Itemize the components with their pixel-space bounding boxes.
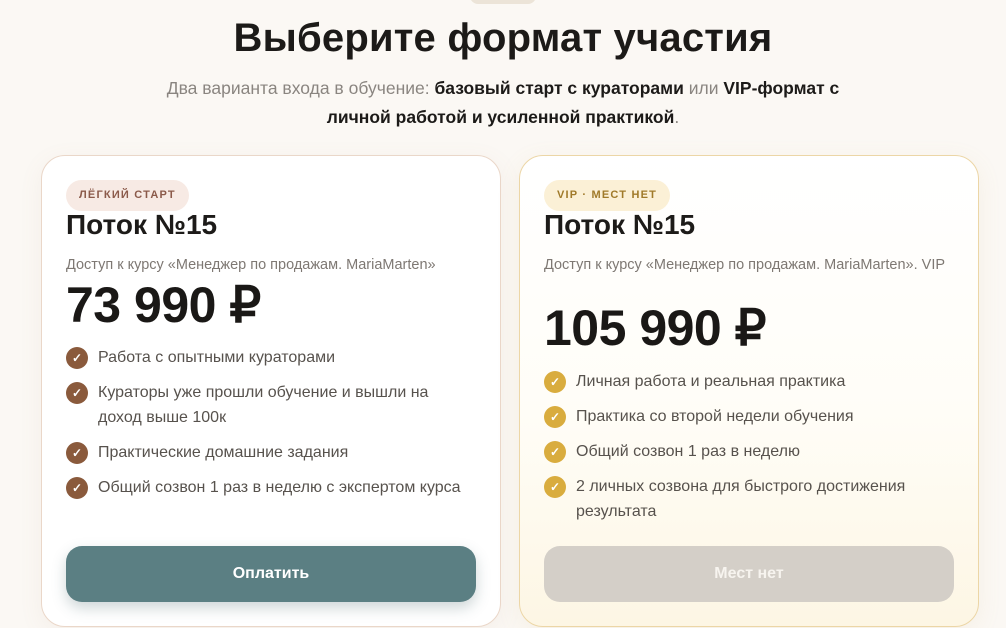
check-circle-icon: ✓ (544, 441, 566, 463)
subtitle-text: Два варианта входа в обучение: (166, 78, 435, 98)
plan-card-basic: ЛЁГКИЙ СТАРТ Поток №15 Доступ к курсу «М… (41, 155, 501, 627)
feature-item: ✓ Практические домашние задания (66, 440, 476, 465)
feature-text: Практические домашние задания (98, 444, 349, 461)
feature-item: ✓ Практика со второй недели обучения (544, 404, 954, 429)
plan-title: Поток №15 (544, 209, 696, 240)
sold-out-button[interactable]: Мест нет (544, 546, 954, 602)
subtitle-highlight-basic: базовый старт с кураторами (434, 78, 684, 98)
check-circle-icon: ✓ (544, 476, 566, 498)
feature-text: Общий созвон 1 раз в неделю (576, 443, 800, 460)
plan-badge: ЛЁГКИЙ СТАРТ (66, 180, 189, 211)
feature-text: Личная работа и реальная практика (576, 373, 846, 390)
pay-button[interactable]: Оплатить (66, 546, 476, 602)
feature-text: Общий созвон 1 раз в неделю с экспертом … (98, 479, 461, 496)
plan-badge: VIP · МЕСТ НЕТ (544, 180, 671, 211)
plan-description: Доступ к курсу «Менеджер по продажам. Ma… (66, 257, 436, 273)
feature-text: Работа с опытными кураторами (98, 349, 336, 366)
check-circle-icon: ✓ (66, 347, 88, 369)
check-circle-icon: ✓ (544, 406, 566, 428)
feature-item: ✓ Кураторы уже прошли обучение и вышли н… (66, 380, 476, 430)
plan-card-vip: VIP · МЕСТ НЕТ Поток №15 Доступ к курсу … (519, 155, 979, 627)
page-title: Выберите формат участия (233, 16, 773, 60)
feature-item: ✓ 2 личных созвона для быстрого достижен… (544, 474, 954, 524)
feature-text: 2 личных созвона для быстрого достижения… (576, 478, 906, 520)
feature-text: Кураторы уже прошли обучение и вышли на … (98, 384, 429, 426)
plan-description: Доступ к курсу «Менеджер по продажам. Ma… (544, 257, 946, 273)
check-circle-icon: ✓ (66, 382, 88, 404)
plan-title: Поток №15 (66, 209, 218, 240)
plan-price: 73 990 ₽ (66, 277, 261, 333)
plan-features: ✓ Работа с опытными кураторами ✓ Куратор… (66, 345, 476, 510)
subtitle-text: . (674, 107, 680, 127)
feature-item: ✓ Личная работа и реальная практика (544, 369, 954, 394)
feature-item: ✓ Работа с опытными кураторами (66, 345, 476, 370)
feature-item: ✓ Общий созвон 1 раз в неделю с эксперто… (66, 475, 476, 500)
top-edge-tab (470, 0, 536, 4)
plan-price: 105 990 ₽ (544, 300, 766, 356)
subtitle-text: или (683, 78, 724, 98)
feature-text: Практика со второй недели обучения (576, 408, 854, 425)
check-circle-icon: ✓ (66, 442, 88, 464)
plan-features: ✓ Личная работа и реальная практика ✓ Пр… (544, 369, 954, 534)
check-circle-icon: ✓ (66, 477, 88, 499)
feature-item: ✓ Общий созвон 1 раз в неделю (544, 439, 954, 464)
check-circle-icon: ✓ (544, 371, 566, 393)
page-subtitle: Два варианта входа в обучение: базовый с… (150, 74, 856, 132)
